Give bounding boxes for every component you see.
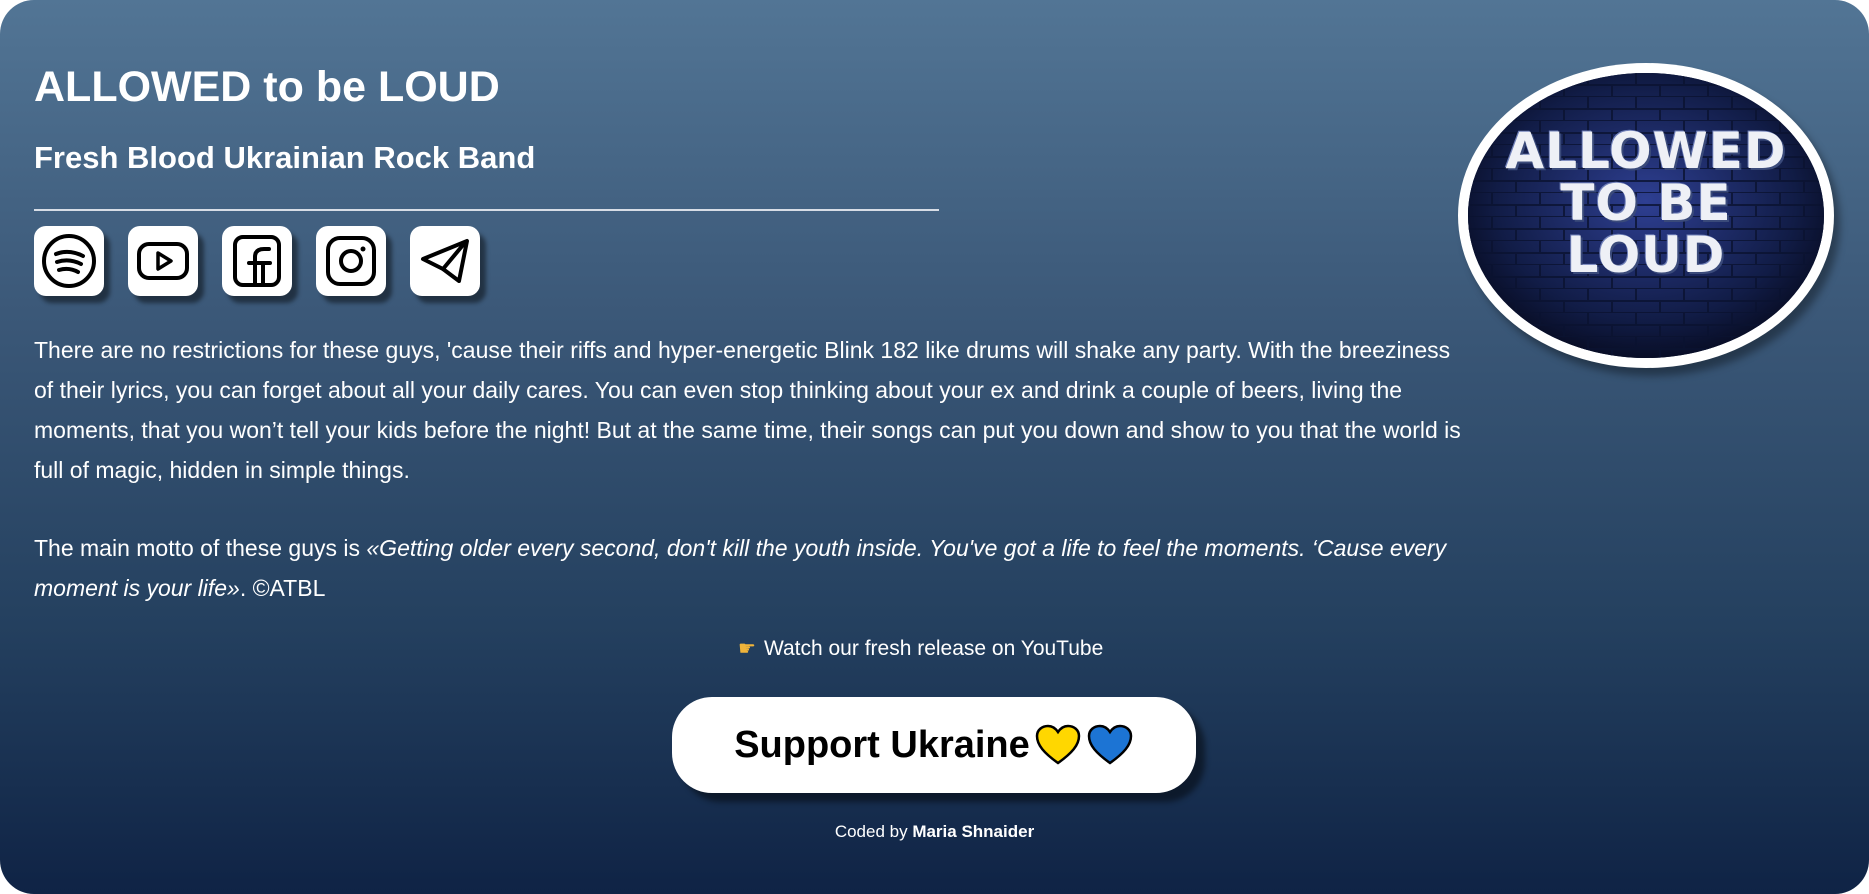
band-logo: ALLOWED TO BE LOUD [1458,63,1834,368]
band-motto: The main motto of these guys is «Getting… [34,528,1474,608]
logo-line-1: ALLOWED [1505,122,1787,180]
credit-author: Maria Shnaider [912,822,1035,841]
spotify-icon [42,234,96,288]
band-title: ALLOWED to be LOUD [34,63,500,111]
telegram-link[interactable] [410,226,480,296]
credit-prefix: Coded by [834,822,913,841]
band-description: There are no restrictions for these guys… [34,337,1461,483]
facebook-icon [233,235,281,287]
instagram-link[interactable] [316,226,386,296]
credit-line: Coded by Maria Shnaider [0,820,1869,844]
youtube-release-link[interactable]: ☛ Watch our fresh release on YouTube [738,634,1103,664]
youtube-link[interactable] [128,226,198,296]
band-card: ALLOWED to be LOUD Fresh Blood Ukrainian… [0,0,1869,894]
telegram-icon [421,239,469,283]
youtube-release-label: Watch our fresh release on YouTube [763,637,1104,660]
social-links [34,226,480,296]
divider [34,209,939,211]
instagram-icon [326,236,376,286]
blue-heart-icon [1087,724,1133,765]
yellow-heart-icon [1035,724,1081,765]
logo-text: ALLOWED TO BE LOUD [1468,125,1824,281]
facebook-link[interactable] [222,226,292,296]
support-ukraine-label: Support Ukraine [734,723,1030,766]
support-ukraine-button[interactable]: Support Ukraine [672,697,1196,793]
band-subtitle: Fresh Blood Ukrainian Rock Band [34,140,536,175]
motto-prefix: The main motto of these guys is [34,535,367,561]
logo-line-2: TO BE [1560,174,1732,232]
youtube-icon [137,242,189,280]
spotify-link[interactable] [34,226,104,296]
logo-line-3: LOUD [1566,226,1726,284]
logo-brick-background: ALLOWED TO BE LOUD [1468,73,1824,358]
pointing-hand-icon: ☛ [738,638,756,660]
motto-suffix: . ©ATBL [239,575,326,601]
